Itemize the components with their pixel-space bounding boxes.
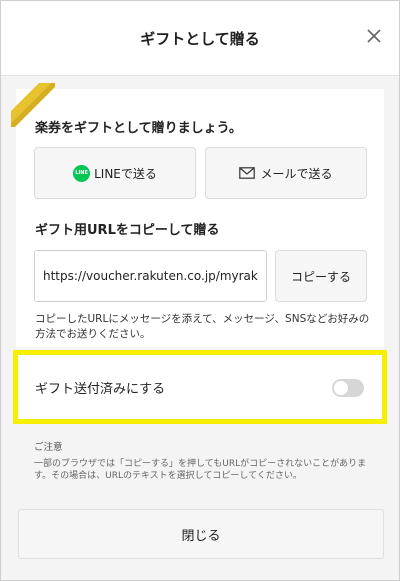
caution-title: ご注意 bbox=[34, 442, 63, 453]
copy-button[interactable]: コピーする bbox=[275, 250, 367, 302]
gift-url-value: https://voucher.rakuten.co.jp/myrak bbox=[43, 269, 258, 283]
intro-text: 楽券をギフトとして贈りましょう。 bbox=[35, 121, 242, 136]
copy-url-section-title: ギフト用URLをコピーして贈る bbox=[35, 223, 220, 238]
mark-sent-toggle[interactable] bbox=[332, 379, 364, 397]
send-mail-button[interactable]: メールで送る bbox=[205, 147, 367, 199]
dialog-header: ギフトとして贈る bbox=[1, 1, 399, 76]
mark-sent-label: ギフト送付済みにする bbox=[35, 382, 166, 397]
copy-note: コピーしたURLにメッセージを添えて、メッセージ、SNSなどお好みの方法でお送り… bbox=[35, 313, 370, 340]
copy-button-label: コピーする bbox=[290, 269, 351, 284]
close-button-label: 閉じる bbox=[181, 528, 221, 544]
gift-url-field[interactable]: https://voucher.rakuten.co.jp/myrak bbox=[34, 250, 267, 302]
gift-dialog: ギフトとして贈る 楽券をギフトとして贈りましょう。 LINE LINEで送る メ… bbox=[0, 0, 400, 581]
close-button[interactable]: 閉じる bbox=[18, 509, 384, 559]
caution-text: 一部のブラウザでは「コピーする」を押してもURLがコピーされないことがあります。… bbox=[34, 459, 367, 481]
send-mail-label: メールで送る bbox=[260, 166, 333, 181]
mail-icon bbox=[239, 167, 256, 179]
send-line-label: LINEで送る bbox=[94, 166, 157, 181]
dialog-title: ギフトとして贈る bbox=[140, 30, 260, 48]
close-icon[interactable] bbox=[365, 27, 383, 45]
toggle-knob bbox=[334, 381, 348, 395]
line-icon: LINE bbox=[73, 164, 91, 182]
send-line-button[interactable]: LINE LINEで送る bbox=[34, 147, 196, 199]
